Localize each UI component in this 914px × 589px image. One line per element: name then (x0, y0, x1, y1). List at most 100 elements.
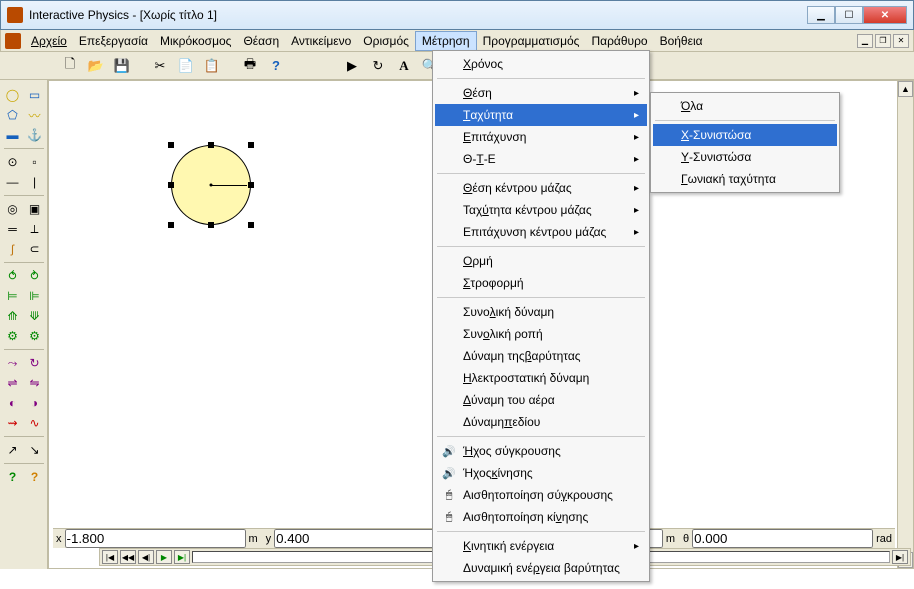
mdi-close[interactable]: ✕ (893, 34, 909, 48)
menu-item[interactable]: Ορμή (435, 250, 647, 272)
joint-pin-icon[interactable]: ◎ (4, 200, 22, 218)
mdi-minimize[interactable]: ▁ (857, 34, 873, 48)
hline-icon[interactable]: — (4, 173, 22, 191)
menu-item[interactable]: Χρόνος (435, 53, 647, 75)
damper2-icon[interactable]: ⊫ (26, 287, 44, 305)
help-q-icon[interactable]: ? (4, 468, 22, 486)
vertical-scrollbar[interactable]: ▲ ▼ (897, 81, 913, 568)
pulley2-icon[interactable]: ◑ (26, 394, 44, 412)
menu-item[interactable]: Επιτάχυνση (435, 126, 647, 148)
menu-window[interactable]: Παράθυρο (585, 32, 653, 50)
motor2-icon[interactable]: ⟱ (26, 307, 44, 325)
menu-item[interactable]: Ηλεκτροστατική δύναμη (435, 367, 647, 389)
spring2-icon[interactable]: ⥁ (26, 267, 44, 285)
vline-icon[interactable]: | (26, 173, 44, 191)
joint-slot-icon[interactable]: ⟂ (26, 220, 44, 238)
menu-view[interactable]: Θέαση (237, 32, 285, 50)
text-icon[interactable]: A (394, 56, 414, 76)
play-button[interactable]: ▶ (156, 550, 172, 564)
menu-item[interactable]: Χ-Συνιστώσα (653, 124, 837, 146)
menu-item[interactable]: Θέση κέντρου μάζας (435, 177, 647, 199)
rotate-icon[interactable]: ↻ (368, 56, 388, 76)
rope-icon[interactable]: ʃ (4, 240, 22, 258)
resize-handle[interactable] (208, 222, 214, 228)
new-icon[interactable]: 🗋 (60, 56, 80, 76)
menu-edit[interactable]: Επεξεργασία (73, 32, 154, 50)
menu-item[interactable]: 🖱Αισθητοποίηση σύγκρουσης (435, 484, 647, 506)
rewind-button[interactable]: |◀ (102, 550, 118, 564)
menu-item[interactable]: 🔊Ήχος κίνησης (435, 462, 647, 484)
menu-item[interactable]: Όλα (653, 95, 837, 117)
circle-shape[interactable] (171, 145, 251, 225)
joint-line-icon[interactable]: ═ (4, 220, 22, 238)
shape-square-icon[interactable]: ▭ (26, 86, 44, 104)
selected-circle-body[interactable] (171, 145, 251, 225)
menu-item[interactable]: Θ-Τ-Ε (435, 148, 647, 170)
help-icon[interactable]: ? (266, 56, 286, 76)
step-button[interactable]: ◀| (138, 550, 154, 564)
pulley-icon[interactable]: ◐ (4, 394, 22, 412)
actuator2-icon[interactable]: ⇋ (26, 374, 44, 392)
save-icon[interactable]: 💾 (112, 56, 132, 76)
shape-curve-icon[interactable]: 〰 (26, 106, 44, 124)
closed-slot-icon[interactable]: ⊂ (26, 240, 44, 258)
scroll-up-icon[interactable]: ▲ (898, 81, 913, 97)
cut-icon[interactable]: ✂ (150, 56, 170, 76)
anchor-icon[interactable]: ⚓ (26, 126, 44, 144)
resize-handle[interactable] (248, 222, 254, 228)
spring-damper-icon[interactable]: ⇝ (4, 414, 22, 432)
menu-world[interactable]: Μικρόκοσμος (154, 32, 237, 50)
resize-handle[interactable] (168, 142, 174, 148)
motor-icon[interactable]: ⟰ (4, 307, 22, 325)
menu-item[interactable]: 🖱Αισθητοποίηση κίνησης (435, 506, 647, 528)
damper-icon[interactable]: ⊨ (4, 287, 22, 305)
menu-item[interactable]: Γωνιακή ταχύτητα (653, 168, 837, 190)
shape-rect-icon[interactable]: ▬ (4, 126, 22, 144)
gear2-icon[interactable]: ⚙ (26, 327, 44, 345)
menu-item[interactable]: Κινητική ενέργεια (435, 535, 647, 557)
menu-item[interactable]: Δύναμη πεδίου (435, 411, 647, 433)
menu-item[interactable]: Υ-Συνιστώσα (653, 146, 837, 168)
theta-input[interactable] (692, 529, 873, 548)
menu-item[interactable]: Ταχύτητα (435, 104, 647, 126)
help-q2-icon[interactable]: ? (26, 468, 44, 486)
step-back-button[interactable]: ◀◀ (120, 550, 136, 564)
menu-item[interactable]: Δυναμική ενέργεια βαρύτητας (435, 557, 647, 579)
print-icon[interactable]: 🖶 (240, 56, 260, 76)
shape-circle-icon[interactable]: ◯ (4, 86, 22, 104)
gear-icon[interactable]: ⚙ (4, 327, 22, 345)
menu-object[interactable]: Αντικείμενο (285, 32, 357, 50)
step-fwd-button[interactable]: ▶| (174, 550, 190, 564)
menu-define[interactable]: Ορισμός (357, 32, 415, 50)
pointer-icon[interactable]: ▶ (342, 56, 362, 76)
menu-item[interactable]: Στροφορμή (435, 272, 647, 294)
menu-measure[interactable]: Μέτρηση (415, 31, 477, 51)
menu-item[interactable]: Συνολική ροπή (435, 323, 647, 345)
force-icon[interactable]: ⤳ (4, 354, 22, 372)
menu-help[interactable]: Βοήθεια (654, 32, 709, 50)
menu-item[interactable]: Δύναμη της βαρύτητας (435, 345, 647, 367)
y-input[interactable] (274, 529, 455, 548)
copy-icon[interactable]: 📄 (176, 56, 196, 76)
meter2-icon[interactable]: ↘ (26, 441, 44, 459)
mdi-restore[interactable]: ❐ (875, 34, 891, 48)
minimize-button[interactable] (807, 6, 835, 24)
point-icon[interactable]: ⊙ (4, 153, 22, 171)
menu-item[interactable]: Θέση (435, 82, 647, 104)
resize-handle[interactable] (248, 182, 254, 188)
menu-item[interactable]: Ταχύτητα κέντρου μάζας (435, 199, 647, 221)
menu-script[interactable]: Προγραμματισμός (477, 32, 586, 50)
end-button[interactable]: ▶| (892, 550, 908, 564)
rope2-icon[interactable]: ∿ (26, 414, 44, 432)
maximize-button[interactable] (835, 6, 863, 24)
open-icon[interactable]: 📂 (86, 56, 106, 76)
menu-file[interactable]: Αρχείο (25, 32, 73, 50)
menu-item[interactable]: Δύναμη του αέρα (435, 389, 647, 411)
meter-icon[interactable]: ↗ (4, 441, 22, 459)
shape-poly-icon[interactable]: ⬠ (4, 106, 22, 124)
actuator-icon[interactable]: ⇌ (4, 374, 22, 392)
torque-icon[interactable]: ↻ (26, 354, 44, 372)
paste-icon[interactable]: 📋 (202, 56, 222, 76)
close-button[interactable] (863, 6, 907, 24)
x-input[interactable] (65, 529, 246, 548)
